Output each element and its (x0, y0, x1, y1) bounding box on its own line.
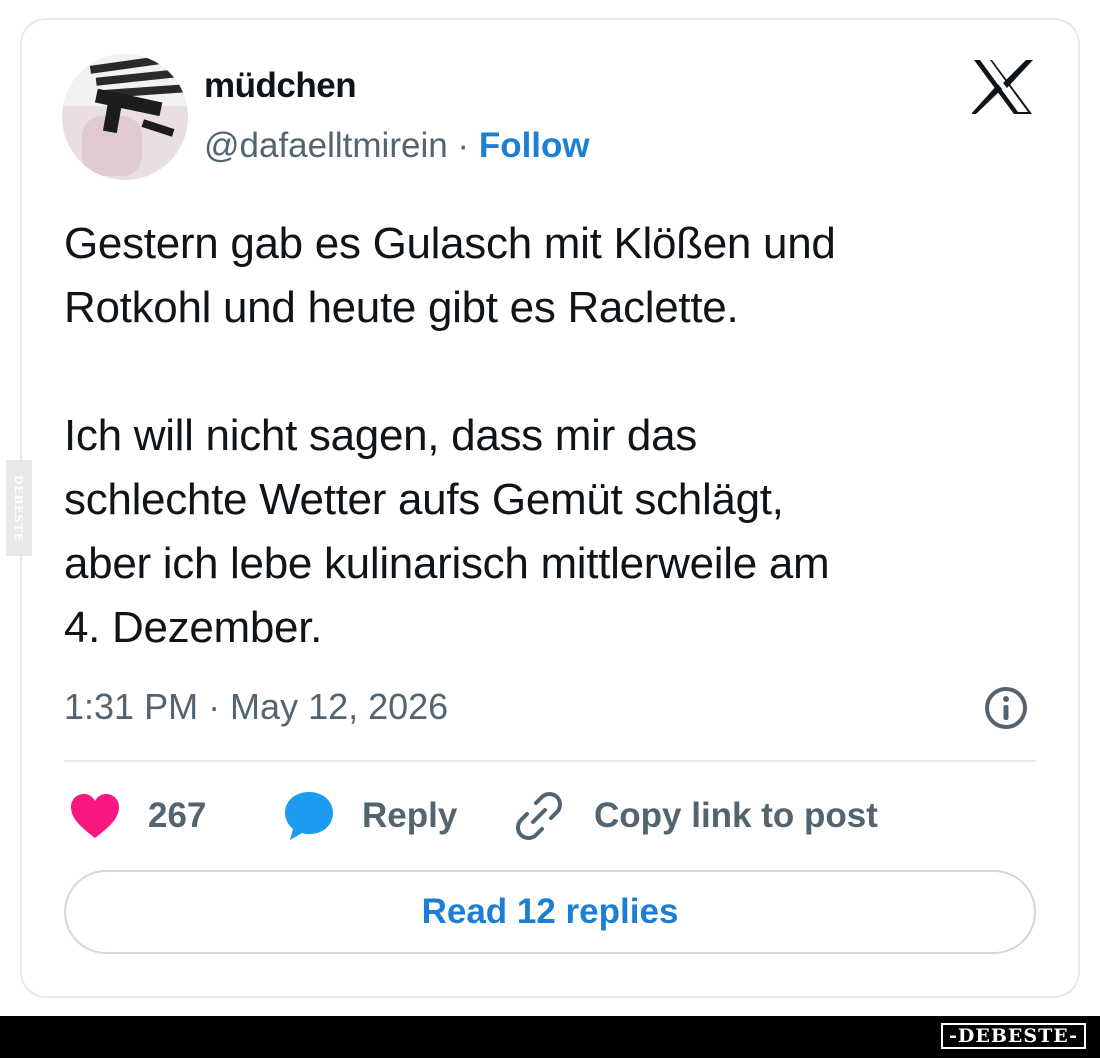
handle-row: @dafaelltmirein · Follow (204, 126, 590, 166)
like-button[interactable]: 267 (70, 788, 206, 844)
avatar-image (62, 54, 188, 180)
post-text: Gestern gab es Gulasch mit Klößen und Ro… (64, 219, 836, 652)
read-replies-button[interactable]: Read 12 replies (64, 870, 1036, 954)
bottom-watermark-bar: -DEBESTE- (0, 1016, 1100, 1058)
handle[interactable]: @dafaelltmirein (204, 126, 448, 165)
reply-button[interactable]: Reply (282, 788, 457, 844)
watermark-logo: -DEBESTE- (941, 1023, 1086, 1049)
heart-icon (71, 794, 119, 838)
handle-separator: · (457, 126, 470, 165)
display-name[interactable]: müdchen (204, 66, 357, 106)
side-watermark: DEBESTE (6, 460, 32, 556)
link-icon (516, 792, 562, 840)
divider (64, 760, 1036, 762)
x-logo-icon[interactable] (971, 58, 1034, 116)
copy-link-label: Copy link to post (594, 796, 878, 835)
info-icon[interactable] (984, 686, 1028, 730)
side-watermark-text: DEBESTE (12, 474, 26, 542)
like-count: 267 (148, 796, 207, 835)
reply-label: Reply (362, 796, 458, 835)
speech-bubble-icon (285, 792, 333, 840)
follow-button[interactable]: Follow (479, 126, 590, 165)
copy-link-button[interactable]: Copy link to post (514, 788, 878, 844)
post-timestamp[interactable]: 1:31 PM · May 12, 2026 (64, 686, 448, 728)
avatar[interactable] (62, 54, 188, 180)
